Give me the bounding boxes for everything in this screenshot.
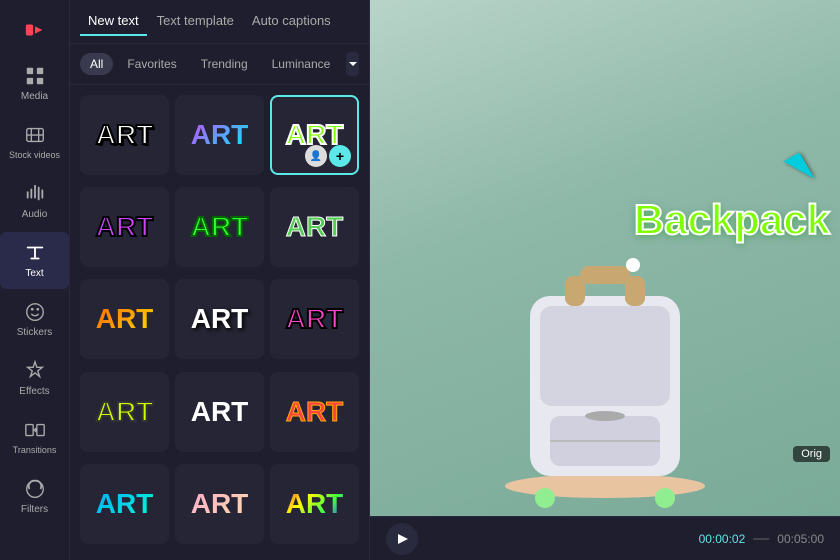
text-style-1[interactable]: ART	[80, 95, 169, 175]
art-text-label: ART	[191, 303, 249, 335]
text-style-6[interactable]: ART	[270, 187, 359, 267]
sidebar-filters-label: Filters	[21, 504, 48, 515]
art-text-label: ART	[96, 211, 154, 243]
art-text-label: ART	[191, 119, 249, 151]
text-style-12[interactable]: ART	[270, 372, 359, 452]
sidebar-item-audio[interactable]: Audio	[0, 173, 69, 230]
preview-area: Backpack Orig 00:00:02 — 00:05:00	[370, 0, 840, 560]
play-button[interactable]	[386, 523, 418, 555]
filter-trending[interactable]: Trending	[191, 53, 258, 75]
sidebar-stickers-label: Stickers	[17, 327, 53, 338]
preview-canvas[interactable]: Backpack Orig	[370, 0, 840, 516]
sidebar-audio-label: Audio	[22, 209, 48, 220]
panel-tabs: New text Text template Auto captions	[70, 0, 369, 44]
text-style-10[interactable]: ART	[80, 372, 169, 452]
tab-text-template[interactable]: Text template	[149, 7, 242, 36]
sidebar: Media Stock videos Audio Text Stickers E…	[0, 0, 70, 560]
time-separator: —	[753, 530, 769, 548]
text-style-9[interactable]: ART	[270, 279, 359, 359]
preview-text-overlay: Backpack	[634, 196, 830, 244]
art-text-label: ART	[286, 488, 344, 520]
filter-dropdown-btn[interactable]	[346, 52, 359, 76]
user-avatar-badge: 👤	[305, 145, 327, 167]
art-text-label: ART	[191, 396, 249, 428]
text-style-11[interactable]: ART	[175, 372, 264, 452]
sidebar-transitions-label: Transitions	[13, 445, 57, 456]
filter-luminance[interactable]: Luminance	[262, 53, 341, 75]
sidebar-media-label: Media	[21, 91, 48, 102]
bottom-bar: 00:00:02 — 00:05:00	[370, 516, 840, 560]
art-text-label: ART	[96, 119, 154, 151]
sidebar-item-transitions[interactable]: Transitions	[0, 409, 69, 466]
filter-favorites[interactable]: Favorites	[117, 53, 186, 75]
orig-badge: Orig	[793, 446, 830, 462]
text-style-13[interactable]: ART	[80, 464, 169, 544]
sidebar-item-text[interactable]: Text	[0, 232, 69, 289]
filter-row: All Favorites Trending Luminance	[70, 44, 369, 85]
sidebar-stock-label: Stock videos	[9, 150, 60, 161]
sidebar-item-stock[interactable]: Stock videos	[0, 114, 69, 171]
tab-auto-captions[interactable]: Auto captions	[244, 7, 339, 36]
art-text-label: ART	[286, 211, 344, 243]
text-style-15[interactable]: ART	[270, 464, 359, 544]
text-style-5[interactable]: ART	[175, 187, 264, 267]
text-style-3[interactable]: ART 👤 +	[270, 95, 359, 175]
art-text-label: ART	[191, 488, 249, 520]
current-time: 00:00:02	[699, 532, 746, 546]
add-to-canvas-btn[interactable]: +	[329, 145, 351, 167]
art-text-label: ART	[191, 211, 249, 243]
sidebar-text-label: Text	[25, 268, 43, 279]
text-panel: New text Text template Auto captions All…	[70, 0, 370, 560]
sidebar-item-stickers[interactable]: Stickers	[0, 291, 69, 348]
art-text-label: ART	[96, 303, 154, 335]
text-style-8[interactable]: ART	[175, 279, 264, 359]
text-style-7[interactable]: ART	[80, 279, 169, 359]
sidebar-item-filters[interactable]: Filters	[0, 468, 69, 525]
text-style-14[interactable]: ART	[175, 464, 264, 544]
sidebar-effects-label: Effects	[19, 386, 49, 397]
sidebar-logo	[0, 11, 69, 53]
text-style-4[interactable]: ART	[80, 187, 169, 267]
sidebar-item-effects[interactable]: Effects	[0, 350, 69, 407]
art-text-label: ART	[96, 488, 154, 520]
tab-new-text[interactable]: New text	[80, 7, 147, 36]
art-text-label: ART	[96, 396, 154, 428]
filter-all[interactable]: All	[80, 53, 113, 75]
text-style-2[interactable]: ART	[175, 95, 264, 175]
art-text-label: ART	[286, 396, 344, 428]
text-style-grid: ART ART ART 👤 + ART ART ART ART ART ART	[70, 85, 369, 560]
total-time: 00:05:00	[777, 532, 824, 546]
art-text-label: ART	[286, 303, 344, 335]
sidebar-item-media[interactable]: Media	[0, 55, 69, 112]
transform-handle[interactable]	[626, 258, 640, 272]
